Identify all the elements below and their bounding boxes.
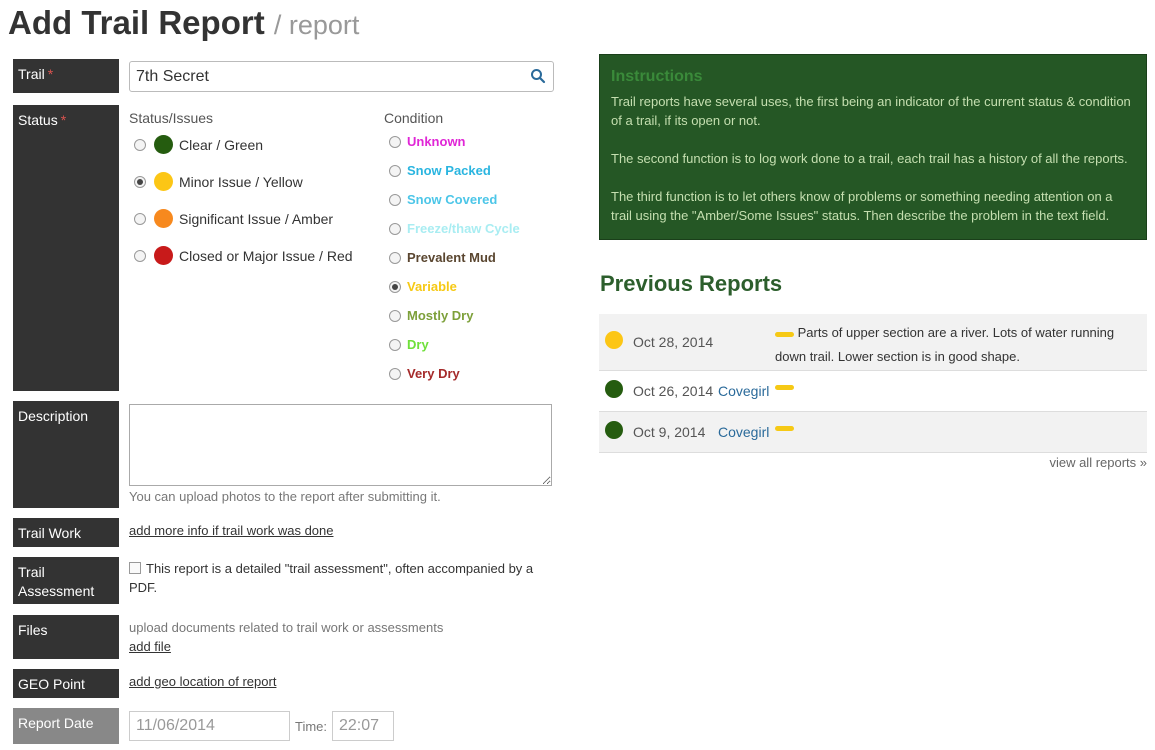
variable-condition-icon [775, 426, 794, 431]
page-subtitle: / report [273, 10, 360, 40]
green-status-icon [605, 421, 623, 439]
trail-assessment-label: Trail Assessment [13, 557, 119, 604]
green-status-icon [154, 135, 173, 154]
report-time-input[interactable] [332, 711, 394, 741]
status-option-clear[interactable]: Clear / Green [134, 135, 263, 154]
view-all-reports-link[interactable]: view all reports » [1049, 455, 1147, 470]
amber-status-icon [154, 209, 173, 228]
report-user-link[interactable]: Covegirl [718, 383, 769, 399]
instructions-paragraph: The second function is to log work done … [611, 151, 1128, 166]
assessment-checkbox-row: This report is a detailed "trail assessm… [129, 559, 549, 597]
report-date: Oct 28, 2014 [633, 334, 714, 350]
condition-option-label: Variable [407, 279, 457, 294]
condition-radio[interactable] [389, 135, 401, 148]
condition-option-label: Snow Covered [407, 192, 498, 207]
report-date: Oct 9, 2014 [633, 424, 706, 440]
trail-work-label: Trail Work [13, 518, 119, 547]
required-mark: * [47, 66, 54, 82]
status-option-minor[interactable]: Minor Issue / Yellow [134, 172, 303, 191]
page-title-text: Add Trail Report [8, 4, 265, 41]
trail-label: Trail * [13, 59, 119, 93]
status-label-text: Status [18, 112, 58, 128]
geo-point-label: GEO Point [13, 669, 119, 698]
report-text-block: Parts of upper section are a river. Lots… [775, 321, 1141, 369]
status-option-label: Significant Issue / Amber [179, 210, 334, 227]
instructions-heading: Instructions [611, 68, 703, 85]
condition-radio[interactable] [389, 251, 401, 264]
report-user-link[interactable]: Covegirl [718, 424, 769, 440]
condition-radio[interactable] [389, 280, 401, 293]
assessment-checkbox[interactable] [129, 562, 141, 574]
condition-option-unknown[interactable]: Unknown [389, 134, 466, 149]
status-option-significant[interactable]: Significant Issue / Amber [134, 209, 333, 228]
status-radio[interactable] [134, 212, 146, 225]
files-hint: upload documents related to trail work o… [129, 620, 444, 635]
condition-option-dry[interactable]: Dry [389, 337, 429, 352]
description-textarea[interactable] [129, 404, 552, 486]
assessment-text: This report is a detailed "trail assessm… [129, 561, 534, 595]
condition-option-very-dry[interactable]: Very Dry [389, 366, 460, 381]
add-geo-link[interactable]: add geo location of report [129, 674, 276, 689]
condition-option-snow-covered[interactable]: Snow Covered [389, 192, 497, 207]
condition-radio[interactable] [389, 338, 401, 351]
status-radio[interactable] [134, 175, 146, 188]
condition-option-label: Mostly Dry [407, 308, 474, 323]
condition-heading: Condition [384, 110, 444, 126]
status-option-label: Minor Issue / Yellow [179, 173, 303, 190]
files-label: Files [13, 615, 119, 659]
condition-option-label: Snow Packed [407, 163, 491, 178]
trail-search-input[interactable] [129, 61, 554, 92]
report-date-input[interactable] [129, 711, 290, 741]
condition-option-freeze-thaw[interactable]: Freeze/thaw Cycle [389, 221, 520, 236]
description-label: Description [13, 401, 119, 508]
yellow-status-icon [154, 172, 173, 191]
status-radio[interactable] [134, 249, 146, 262]
instructions-panel: Instructions Trail reports have several … [599, 54, 1147, 240]
assessment-label-line1: Trail [18, 564, 45, 580]
status-radio[interactable] [134, 138, 146, 151]
condition-radio[interactable] [389, 309, 401, 322]
instructions-paragraph: Trail reports have several uses, the fir… [611, 94, 1131, 128]
assessment-label-line2: Assessment [18, 583, 95, 599]
add-file-link[interactable]: add file [129, 639, 171, 654]
status-option-label: Clear / Green [179, 136, 264, 153]
condition-radio[interactable] [389, 164, 401, 177]
variable-condition-icon [775, 385, 794, 390]
report-row[interactable]: Oct 9, 2014 Covegirl [599, 412, 1147, 453]
previous-reports-heading: Previous Reports [600, 271, 783, 296]
required-mark: * [60, 112, 67, 128]
condition-option-label: Very Dry [407, 366, 460, 381]
report-row[interactable]: Oct 28, 2014 Parts of upper section are … [599, 314, 1147, 371]
condition-option-label: Freeze/thaw Cycle [407, 221, 520, 236]
report-row[interactable]: Oct 26, 2014 Covegirl [599, 371, 1147, 412]
condition-radio[interactable] [389, 367, 401, 380]
condition-option-label: Dry [407, 337, 429, 352]
green-status-icon [605, 380, 623, 398]
description-hint: You can upload photos to the report afte… [129, 489, 441, 504]
report-date-label: Report Date [13, 708, 119, 744]
report-date: Oct 26, 2014 [633, 383, 714, 399]
trail-work-link[interactable]: add more info if trail work was done [129, 523, 333, 538]
red-status-icon [154, 246, 173, 265]
status-label: Status * [13, 105, 119, 391]
yellow-status-icon [605, 331, 623, 349]
instructions-paragraph: The third function is to let others know… [611, 189, 1113, 223]
condition-radio[interactable] [389, 193, 401, 206]
status-issues-heading: Status/Issues [129, 110, 214, 126]
report-text: Parts of upper section are a river. Lots… [775, 325, 1115, 364]
status-option-label: Closed or Major Issue / Red [179, 247, 353, 264]
condition-option-mostly-dry[interactable]: Mostly Dry [389, 308, 473, 323]
condition-option-label: Unknown [407, 134, 466, 149]
status-option-closed[interactable]: Closed or Major Issue / Red [134, 246, 353, 265]
condition-radio[interactable] [389, 222, 401, 235]
search-icon[interactable] [530, 68, 546, 84]
variable-condition-icon [775, 332, 794, 337]
condition-option-label: Prevalent Mud [407, 250, 496, 265]
time-label: Time: [295, 719, 328, 734]
condition-option-snow-packed[interactable]: Snow Packed [389, 163, 491, 178]
page-title: Add Trail Report / report [8, 2, 359, 46]
trail-label-text: Trail [18, 66, 45, 82]
condition-option-variable[interactable]: Variable [389, 279, 457, 294]
condition-option-prevalent-mud[interactable]: Prevalent Mud [389, 250, 496, 265]
